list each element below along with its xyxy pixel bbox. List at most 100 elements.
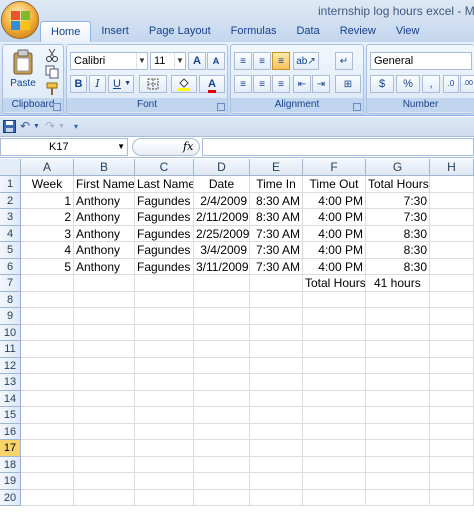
cell-h11[interactable] (430, 341, 474, 358)
cell-e8[interactable] (250, 291, 303, 308)
cell-b15[interactable] (74, 407, 135, 424)
cell-h14[interactable] (430, 390, 474, 407)
cell-f12[interactable] (303, 357, 366, 374)
tab-review[interactable]: Review (330, 21, 386, 42)
cell-h16[interactable] (430, 423, 474, 440)
cell-d3[interactable]: 2/11/2009 (194, 209, 250, 226)
cell-c14[interactable] (135, 390, 194, 407)
cell-d10[interactable] (194, 324, 250, 341)
paste-button[interactable]: Paste (7, 47, 39, 97)
tab-page-layout[interactable]: Page Layout (139, 21, 221, 42)
italic-button[interactable]: I (89, 75, 106, 93)
number-format-select[interactable]: General (370, 52, 472, 70)
cell-c6[interactable]: Fagundes (135, 258, 194, 275)
cell-d18[interactable] (194, 456, 250, 473)
cell-c1[interactable]: Last Name (135, 176, 194, 193)
cell-g19[interactable] (366, 473, 430, 490)
cell-a2[interactable]: 1 (21, 192, 74, 209)
undo-icon[interactable]: ↶ (20, 119, 30, 133)
cell-b9[interactable] (74, 308, 135, 325)
cell-h15[interactable] (430, 407, 474, 424)
row-header-17[interactable]: 17 (0, 440, 21, 457)
formula-input[interactable] (202, 138, 474, 156)
cell-c15[interactable] (135, 407, 194, 424)
cell-g8[interactable] (366, 291, 430, 308)
cell-h2[interactable] (430, 192, 474, 209)
shrink-font-button[interactable]: A (207, 52, 225, 70)
font-launcher[interactable] (217, 103, 225, 111)
column-header-d[interactable]: D (194, 159, 250, 176)
cell-d15[interactable] (194, 407, 250, 424)
cell-f14[interactable] (303, 390, 366, 407)
cell-h3[interactable] (430, 209, 474, 226)
cell-g13[interactable] (366, 374, 430, 391)
column-header-c[interactable]: C (135, 159, 194, 176)
cell-c2[interactable]: Fagundes (135, 192, 194, 209)
cell-b14[interactable] (74, 390, 135, 407)
format-painter-icon[interactable] (45, 82, 59, 96)
cell-b17[interactable] (74, 440, 135, 457)
underline-button[interactable]: U ▼ (108, 75, 134, 93)
cell-a7[interactable] (21, 275, 74, 292)
align-top-button[interactable]: ≡ (234, 52, 252, 70)
cell-f15[interactable] (303, 407, 366, 424)
cell-b8[interactable] (74, 291, 135, 308)
currency-button[interactable]: $ (370, 75, 394, 93)
row-header-19[interactable]: 19 (0, 473, 21, 490)
cell-b4[interactable]: Anthony (74, 225, 135, 242)
cell-h19[interactable] (430, 473, 474, 490)
cell-d8[interactable] (194, 291, 250, 308)
borders-button[interactable] (139, 75, 167, 93)
cell-b5[interactable]: Anthony (74, 242, 135, 259)
cell-f4[interactable]: 4:00 PM (303, 225, 366, 242)
cell-a18[interactable] (21, 456, 74, 473)
align-bottom-button[interactable]: ≡ (272, 52, 290, 70)
cell-c17[interactable] (135, 440, 194, 457)
cell-a14[interactable] (21, 390, 74, 407)
cell-a20[interactable] (21, 489, 74, 506)
row-header-11[interactable]: 11 (0, 341, 21, 358)
cell-d20[interactable] (194, 489, 250, 506)
align-middle-button[interactable]: ≡ (253, 52, 271, 70)
row-header-15[interactable]: 15 (0, 407, 21, 424)
cell-d9[interactable] (194, 308, 250, 325)
align-center-button[interactable]: ≡ (253, 75, 271, 93)
cell-d5[interactable]: 3/4/2009 (194, 242, 250, 259)
cell-b2[interactable]: Anthony (74, 192, 135, 209)
merge-center-button[interactable]: ⊞ (335, 75, 361, 93)
cell-a15[interactable] (21, 407, 74, 424)
cell-g2[interactable]: 7:30 (366, 192, 430, 209)
chevron-down-icon[interactable]: ▼ (33, 123, 40, 130)
copy-icon[interactable] (45, 65, 59, 79)
cell-b13[interactable] (74, 374, 135, 391)
row-header-12[interactable]: 12 (0, 357, 21, 374)
cell-a13[interactable] (21, 374, 74, 391)
cut-icon[interactable] (45, 48, 59, 62)
cell-b1[interactable]: First Name (74, 176, 135, 193)
cell-e6[interactable]: 7:30 AM (250, 258, 303, 275)
cell-h6[interactable] (430, 258, 474, 275)
cell-b20[interactable] (74, 489, 135, 506)
select-all-corner[interactable] (0, 159, 21, 176)
cell-a5[interactable]: 4 (21, 242, 74, 259)
cell-e18[interactable] (250, 456, 303, 473)
cell-e20[interactable] (250, 489, 303, 506)
cell-d12[interactable] (194, 357, 250, 374)
cell-c10[interactable] (135, 324, 194, 341)
cell-h1[interactable] (430, 176, 474, 193)
cell-h10[interactable] (430, 324, 474, 341)
decrease-indent-button[interactable]: ⇤ (293, 75, 311, 93)
cell-b11[interactable] (74, 341, 135, 358)
cell-a3[interactable]: 2 (21, 209, 74, 226)
cell-h18[interactable] (430, 456, 474, 473)
cell-f9[interactable] (303, 308, 366, 325)
row-header-5[interactable]: 5 (0, 242, 21, 259)
fill-color-button[interactable] (171, 75, 197, 93)
cell-g3[interactable]: 7:30 (366, 209, 430, 226)
cell-a10[interactable] (21, 324, 74, 341)
clipboard-launcher[interactable] (53, 103, 61, 111)
row-header-6[interactable]: 6 (0, 258, 21, 275)
cell-g15[interactable] (366, 407, 430, 424)
orientation-button[interactable]: ab↗ (293, 52, 319, 70)
align-left-button[interactable]: ≡ (234, 75, 252, 93)
